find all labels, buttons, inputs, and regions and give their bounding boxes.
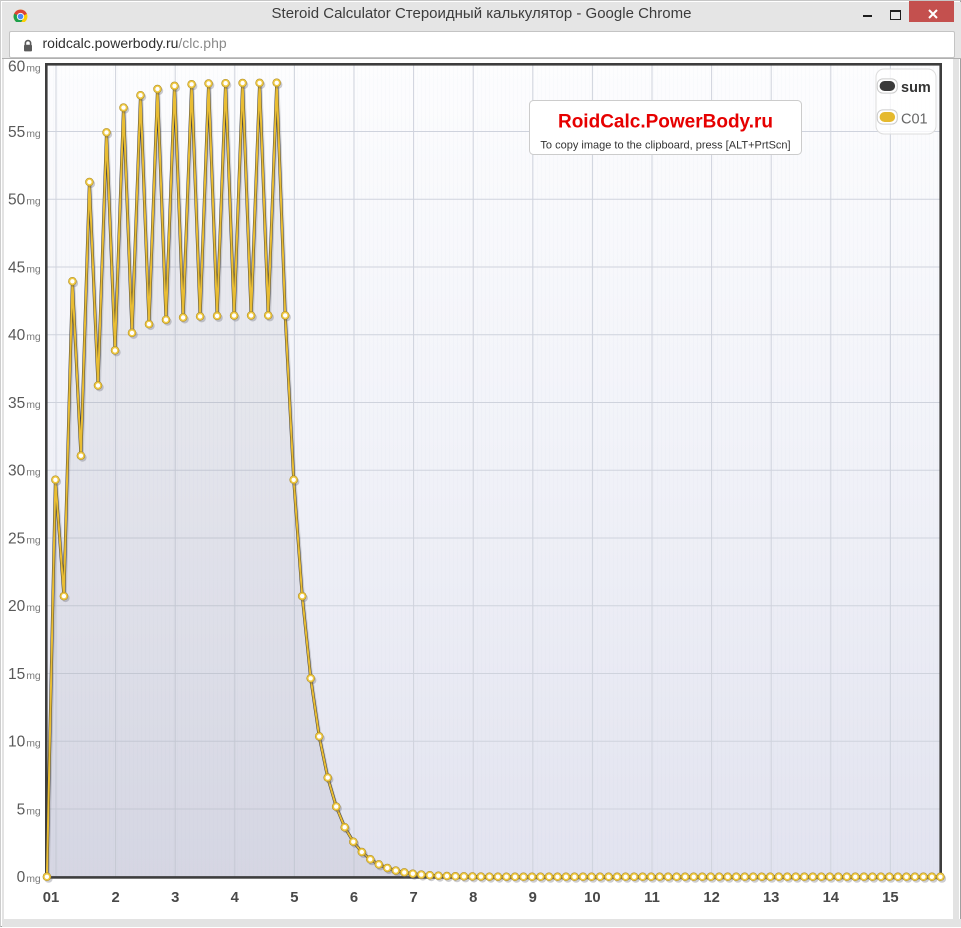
svg-text:40: 40 [8,327,26,344]
svg-text:20: 20 [8,598,26,615]
svg-text:mg: mg [26,331,41,343]
svg-text:mg: mg [26,738,41,750]
svg-text:45: 45 [8,259,25,276]
svg-text:mg: mg [26,128,41,140]
svg-text:01: 01 [43,890,59,906]
svg-text:mg: mg [26,62,41,74]
svg-text:mg: mg [26,467,41,479]
svg-text:5: 5 [17,801,26,818]
svg-text:mg: mg [26,602,41,614]
svg-text:0: 0 [17,869,26,886]
svg-text:mg: mg [26,534,41,546]
svg-text:60: 60 [8,58,26,75]
svg-text:13: 13 [763,890,779,906]
svg-text:8: 8 [469,890,477,906]
svg-text:mg: mg [26,805,41,817]
svg-text:6: 6 [350,890,358,906]
svg-text:5: 5 [290,890,298,906]
svg-text:30: 30 [8,463,26,480]
svg-text:55: 55 [8,124,25,141]
svg-text:mg: mg [26,670,41,682]
svg-text:4: 4 [231,890,240,906]
svg-text:12: 12 [703,890,719,906]
svg-text:7: 7 [409,890,417,906]
svg-text:25: 25 [8,530,25,547]
svg-text:To copy image to the clipboard: To copy image to the clipboard, press [A… [540,140,790,152]
svg-text:50: 50 [8,192,26,209]
svg-text:C01: C01 [901,112,928,128]
svg-text:10: 10 [8,734,26,751]
svg-text:35: 35 [8,395,25,412]
svg-text:15: 15 [8,666,25,683]
svg-text:3: 3 [171,890,179,906]
svg-text:mg: mg [26,196,41,208]
svg-text:9: 9 [529,890,537,906]
svg-text:mg: mg [26,263,41,275]
svg-text:14: 14 [823,890,840,906]
svg-text:sum: sum [901,80,931,96]
svg-text:mg: mg [26,873,41,885]
svg-text:RoidCalc.PowerBody.ru: RoidCalc.PowerBody.ru [558,112,773,133]
svg-text:10: 10 [584,890,600,906]
svg-text:11: 11 [644,890,660,906]
svg-text:15: 15 [882,890,898,906]
svg-text:2: 2 [111,890,119,906]
svg-text:mg: mg [26,399,41,411]
